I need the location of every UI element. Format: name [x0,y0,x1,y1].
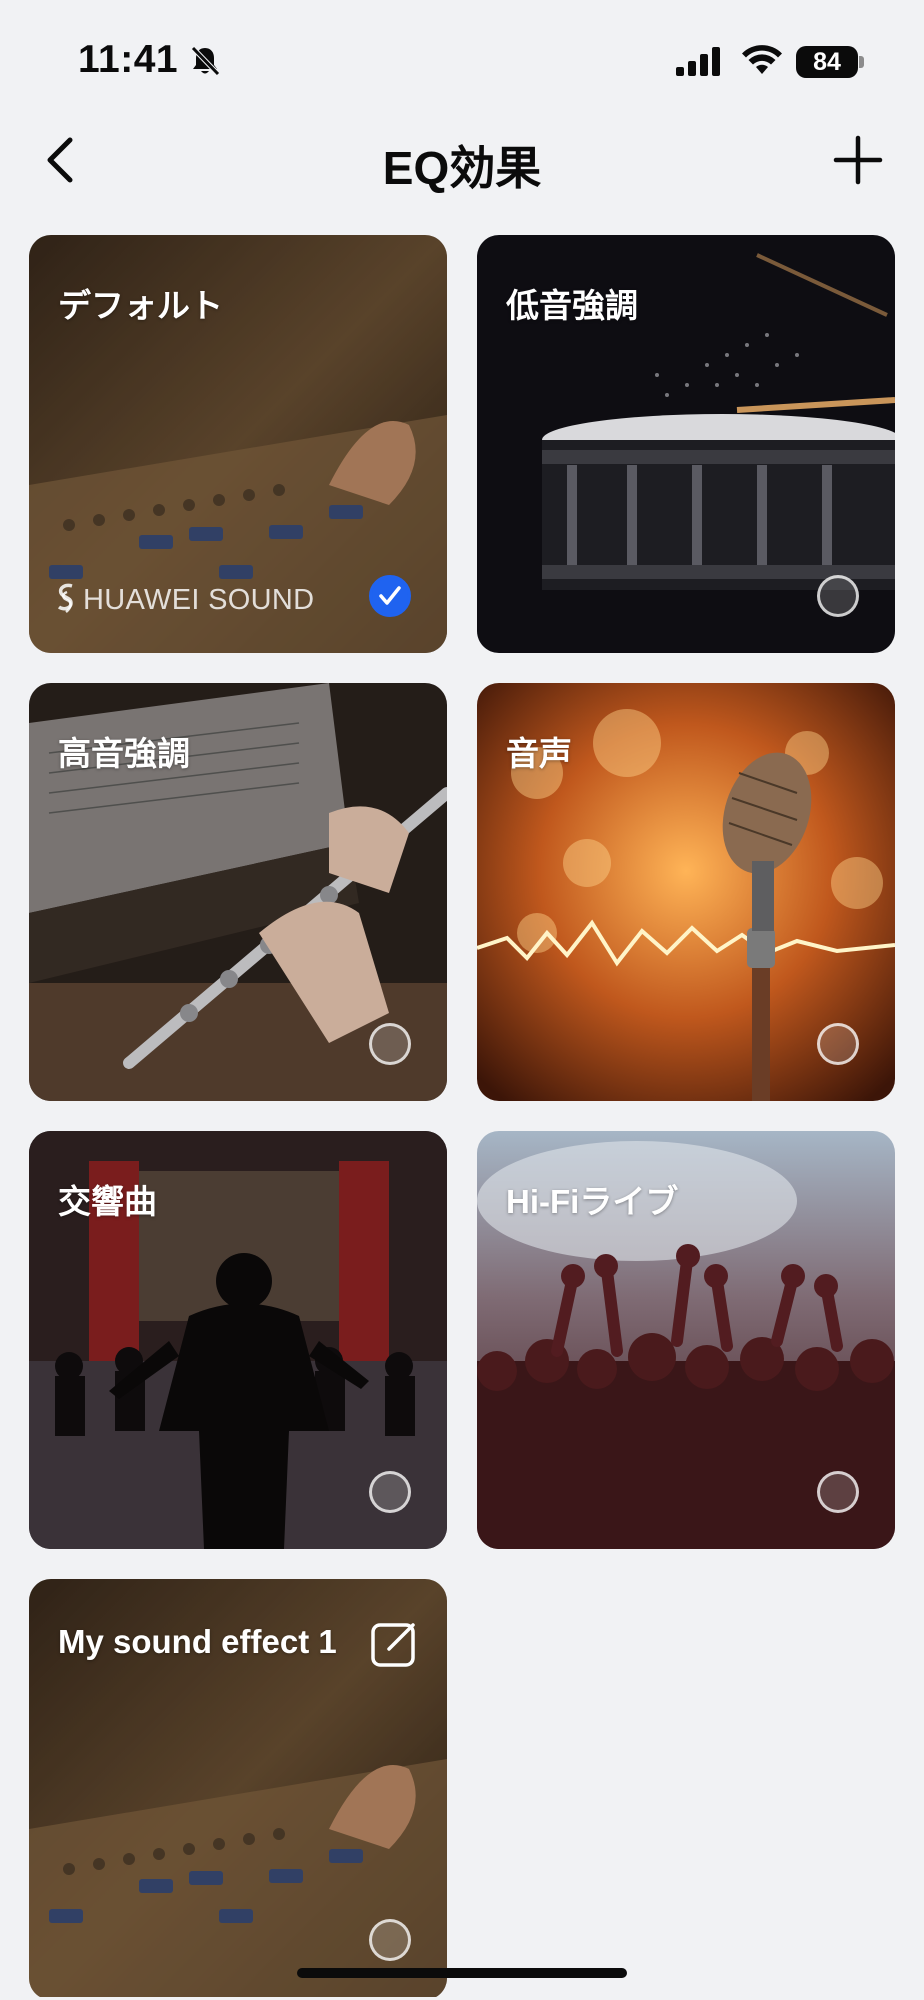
signal-icon [676,47,720,76]
preset-card-hifi-live[interactable]: Hi-Fiライブ [477,1131,895,1549]
bell-slash-icon [190,45,221,77]
preset-label: 交響曲 [58,1183,157,1220]
preset-label: デフォルト [58,287,223,324]
home-indicator [297,1968,627,1978]
huawei-sound-icon [57,583,73,613]
brand-text: HUAWEI SOUND [83,583,315,616]
unselected-radio[interactable] [369,1919,411,1961]
preset-card-symphony[interactable]: 交響曲 [29,1131,447,1549]
unselected-radio[interactable] [817,1023,859,1065]
preset-card-bass-boost[interactable]: 低音強調 [477,235,895,653]
preset-label: Hi-Fiライブ [506,1183,679,1220]
battery-tip [859,56,864,68]
battery-icon: 84 [796,46,858,78]
edit-icon[interactable] [369,1619,419,1669]
plus-icon[interactable] [832,134,884,186]
status-bar: 11:41 84 [0,0,924,100]
preset-card-treble-boost[interactable]: 高音強調 [29,683,447,1101]
preset-label: My sound effect 1 [58,1623,337,1660]
preset-card-custom[interactable]: My sound effect 1 [29,1579,447,2000]
preset-card-default[interactable]: デフォルト HUAWEI SOUND [29,235,447,653]
battery-level: 84 [813,47,841,76]
page-title: EQ効果 [382,142,542,194]
checkmark-icon [379,586,401,605]
huawei-sound-logo: HUAWEI SOUND [55,582,314,618]
preset-label: 高音強調 [58,735,190,772]
unselected-radio[interactable] [369,1471,411,1513]
selected-radio[interactable] [369,575,411,617]
preset-card-voice[interactable]: 音声 [477,683,895,1101]
unselected-radio[interactable] [817,1471,859,1513]
unselected-radio[interactable] [369,1023,411,1065]
status-time: 11:41 [78,38,179,81]
preset-label: 音声 [506,735,572,772]
preset-label: 低音強調 [506,287,638,324]
wifi-icon [742,45,782,74]
navigation-bar: EQ効果 [0,120,924,210]
unselected-radio[interactable] [817,575,859,617]
